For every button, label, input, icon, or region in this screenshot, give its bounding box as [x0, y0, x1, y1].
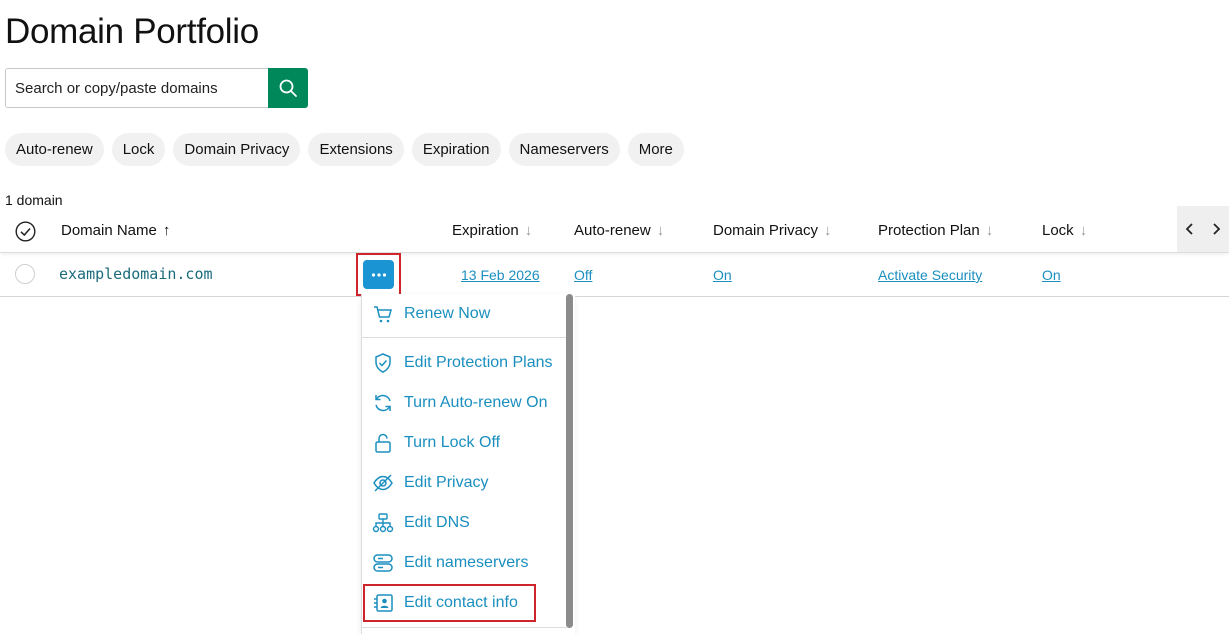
menu-edit-dns[interactable]: Edit DNS: [372, 511, 470, 535]
actions-menu: Renew Now Edit Protection Plans Turn Aut…: [361, 294, 575, 634]
menu-item-label: Edit Protection Plans: [404, 354, 553, 371]
filter-extensions[interactable]: Extensions: [308, 133, 404, 166]
search-icon: [279, 79, 297, 97]
shield-check-icon: [375, 353, 391, 373]
sort-up-icon: ↑: [162, 222, 171, 239]
select-all-icon[interactable]: [15, 221, 36, 242]
lock-link[interactable]: On: [1042, 267, 1061, 283]
filter-auto-renew[interactable]: Auto-renew: [5, 133, 104, 166]
menu-scrollbar[interactable]: [566, 294, 573, 628]
cart-icon: [374, 306, 392, 323]
unlock-icon: [375, 433, 391, 453]
menu-renew-now[interactable]: Renew Now: [372, 302, 490, 326]
protection-plan-link[interactable]: Activate Security: [878, 267, 982, 283]
menu-item-label: Renew Now: [404, 305, 491, 322]
expiration-link[interactable]: 13 Feb 2026: [461, 267, 540, 283]
more-actions-button[interactable]: [363, 260, 394, 289]
ellipsis-icon: [371, 272, 386, 277]
search-button[interactable]: [268, 68, 308, 108]
sort-down-icon: ↓: [1079, 222, 1088, 239]
column-label: Domain Privacy: [713, 222, 819, 239]
search-bar: [5, 68, 308, 108]
column-label: Domain Name: [61, 222, 157, 239]
chevron-left-icon[interactable]: [1185, 222, 1195, 236]
column-scroll-controls: [1177, 206, 1229, 252]
privacy-link[interactable]: On: [713, 267, 732, 283]
menu-item-label: Edit nameservers: [404, 554, 529, 571]
column-label: Lock: [1042, 222, 1074, 239]
server-icon: [373, 554, 393, 572]
menu-divider: [362, 337, 567, 338]
filter-chips: Auto-renew Lock Domain Privacy Extension…: [5, 133, 684, 166]
column-auto-renew[interactable]: Auto-renew ↓: [574, 222, 664, 239]
menu-item-label: Edit Privacy: [404, 474, 489, 491]
menu-edit-protection-plans[interactable]: Edit Protection Plans: [372, 351, 553, 375]
page-title: Domain Portfolio: [5, 12, 259, 51]
column-domain-name[interactable]: Domain Name ↑: [61, 222, 170, 239]
table-header: Domain Name ↑ Expiration ↓ Auto-renew ↓ …: [0, 210, 1229, 253]
sort-down-icon: ↓: [824, 222, 832, 239]
column-label: Expiration: [452, 222, 519, 239]
filter-domain-privacy[interactable]: Domain Privacy: [173, 133, 301, 166]
dns-tree-icon: [372, 513, 394, 533]
search-input[interactable]: [5, 68, 268, 108]
contact-info-highlight: [363, 584, 536, 622]
sort-down-icon: ↓: [656, 222, 665, 239]
sort-down-icon: ↓: [524, 222, 533, 239]
chevron-right-icon[interactable]: [1211, 222, 1221, 236]
filter-lock[interactable]: Lock: [111, 133, 166, 166]
refresh-icon: [375, 394, 391, 412]
menu-item-label: Edit DNS: [404, 514, 470, 531]
column-label: Protection Plan: [878, 222, 980, 239]
menu-item-label: Turn Auto-renew On: [404, 394, 548, 411]
menu-edit-nameservers[interactable]: Edit nameservers: [372, 551, 529, 575]
sort-down-icon: ↓: [985, 222, 994, 239]
column-expiration[interactable]: Expiration ↓: [452, 222, 532, 239]
column-lock[interactable]: Lock ↓: [1042, 222, 1087, 239]
filter-nameservers[interactable]: Nameservers: [508, 133, 620, 166]
column-label: Auto-renew: [574, 222, 651, 239]
menu-item-label: Turn Lock Off: [404, 434, 501, 451]
column-domain-privacy[interactable]: Domain Privacy ↓: [713, 222, 832, 239]
menu-divider: [362, 627, 567, 628]
domain-count: 1 domain: [5, 192, 63, 208]
column-protection-plan[interactable]: Protection Plan ↓: [878, 222, 993, 239]
row-select-radio[interactable]: [15, 264, 35, 284]
filter-more[interactable]: More: [627, 133, 684, 166]
menu-turn-auto-renew-on[interactable]: Turn Auto-renew On: [372, 391, 547, 415]
menu-turn-lock-off[interactable]: Turn Lock Off: [372, 431, 500, 455]
filter-expiration[interactable]: Expiration: [411, 133, 501, 166]
eye-off-icon: [373, 474, 393, 492]
menu-edit-privacy[interactable]: Edit Privacy: [372, 471, 488, 495]
domain-name-cell[interactable]: exampledomain.com: [59, 265, 213, 283]
auto-renew-link[interactable]: Off: [574, 267, 592, 283]
table-row: exampledomain.com 13 Feb 2026 Off On Act…: [0, 253, 1229, 297]
